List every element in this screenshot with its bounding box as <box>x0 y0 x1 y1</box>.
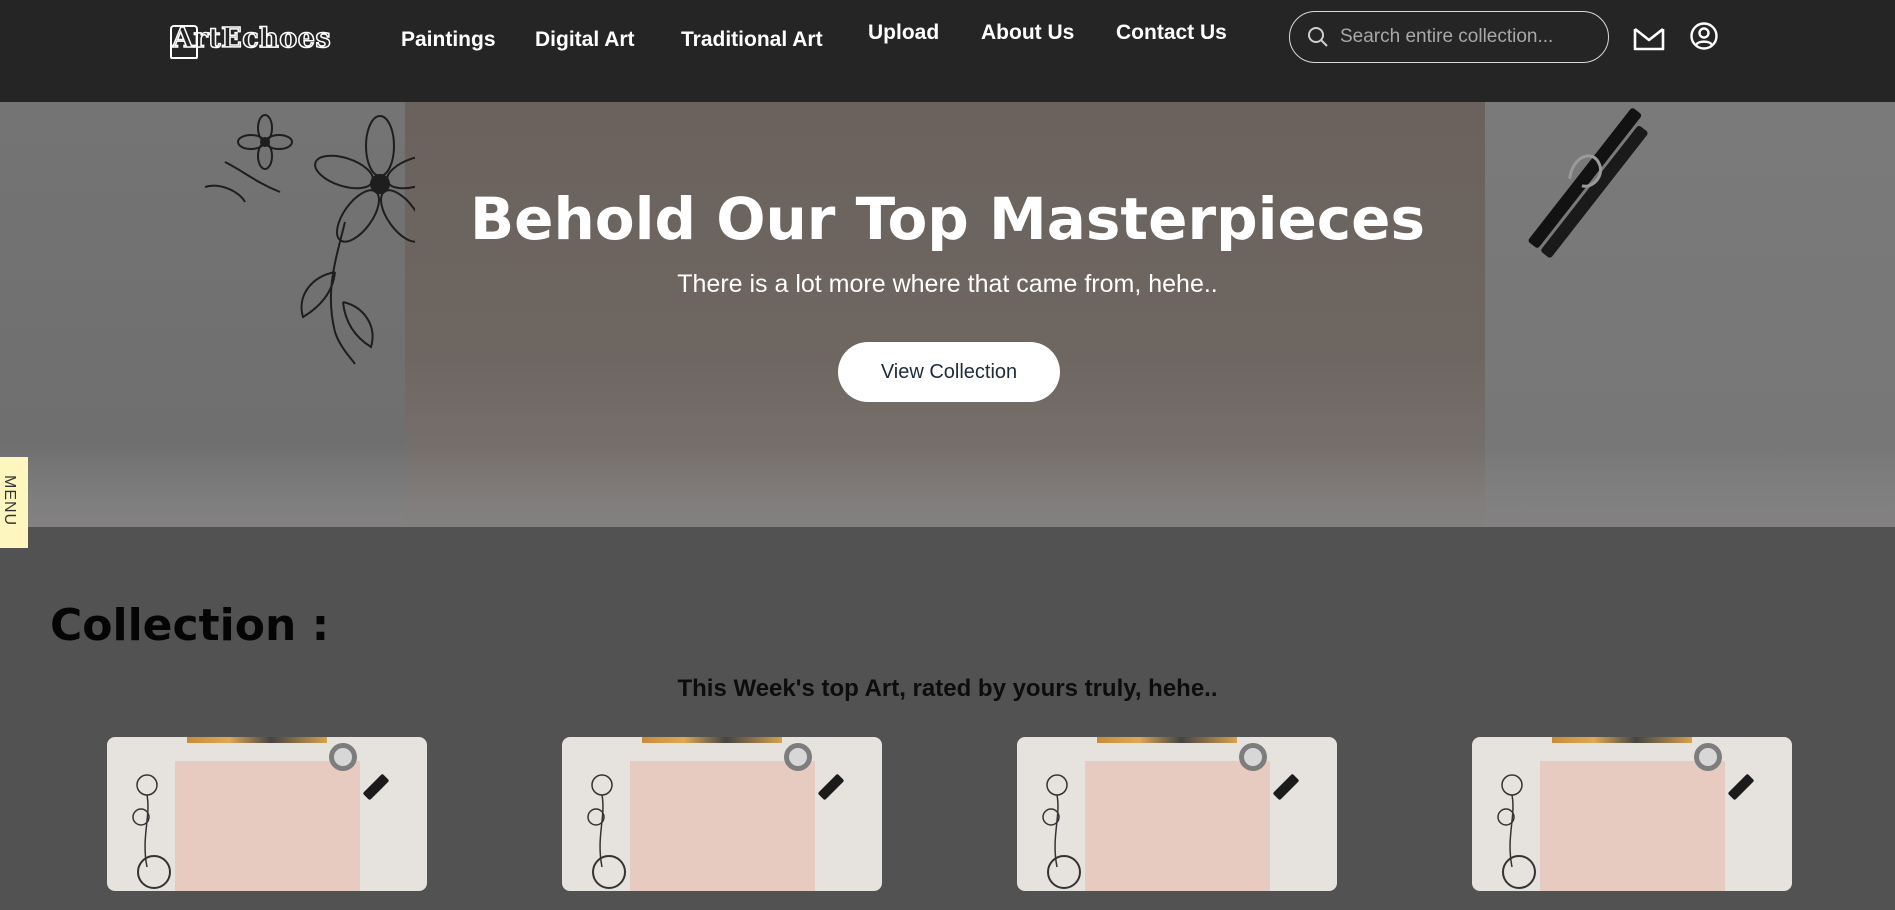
art-card-image-clip <box>1272 773 1300 801</box>
side-menu-tab[interactable]: MENU <box>0 457 28 548</box>
mail-button[interactable] <box>1631 22 1667 54</box>
art-card-image-rose <box>1047 855 1081 889</box>
side-menu-label: MENU <box>1 475 18 527</box>
art-card[interactable] <box>1017 737 1337 891</box>
art-card-image-paper <box>630 761 815 891</box>
user-circle-icon <box>1690 22 1718 50</box>
art-card-image-pens <box>1097 737 1237 743</box>
art-card-image-tape <box>1239 743 1267 771</box>
art-card-image-paper <box>175 761 360 891</box>
collection-title: Collection : <box>50 600 330 651</box>
art-card-image-rose <box>1502 855 1536 889</box>
art-card-image-tape <box>329 743 357 771</box>
nav-link-paintings[interactable]: Paintings <box>401 28 496 52</box>
nav-link-contact-us[interactable]: Contact Us <box>1116 21 1227 45</box>
art-card-image-tape <box>1694 743 1722 771</box>
logo-text: ArtEchoes <box>170 22 332 59</box>
hero-fade <box>0 447 1895 527</box>
art-card-image-rose <box>137 855 171 889</box>
art-card[interactable] <box>1472 737 1792 891</box>
search-icon <box>1308 27 1328 47</box>
collection-subtitle: This Week's top Art, rated by yours trul… <box>677 675 1218 702</box>
search-input[interactable] <box>1340 26 1580 48</box>
view-collection-button[interactable]: View Collection <box>838 342 1060 402</box>
art-card-image-rose <box>592 855 626 889</box>
hero-subtitle: There is a lot more where that came from… <box>677 270 1218 298</box>
account-button[interactable] <box>1689 20 1719 52</box>
art-card-image-clip <box>1727 773 1755 801</box>
art-card-image-clip <box>362 773 390 801</box>
hero-banner: Behold Our Top Masterpieces There is a l… <box>0 102 1895 527</box>
art-card[interactable] <box>562 737 882 891</box>
hero-title: Behold Our Top Masterpieces <box>469 185 1426 253</box>
nav-link-traditional-art[interactable]: Traditional Art <box>681 28 823 52</box>
art-card-image-tape <box>784 743 812 771</box>
nav-link-upload[interactable]: Upload <box>868 21 939 45</box>
search-bar[interactable] <box>1289 11 1609 63</box>
navbar: ArtEchoes Paintings Digital Art Traditio… <box>0 0 1895 102</box>
nav-link-about-us[interactable]: About Us <box>981 21 1074 45</box>
art-card[interactable] <box>107 737 427 891</box>
art-card-image-pens <box>642 737 782 743</box>
mail-icon <box>1633 27 1665 51</box>
art-card-image-pens <box>187 737 327 743</box>
art-card-image-pens <box>1552 737 1692 743</box>
logo[interactable]: ArtEchoes <box>170 20 332 59</box>
art-card-image-clip <box>817 773 845 801</box>
nav-link-digital-art[interactable]: Digital Art <box>535 28 635 52</box>
art-card-image-paper <box>1540 761 1725 891</box>
art-card-image-paper <box>1085 761 1270 891</box>
